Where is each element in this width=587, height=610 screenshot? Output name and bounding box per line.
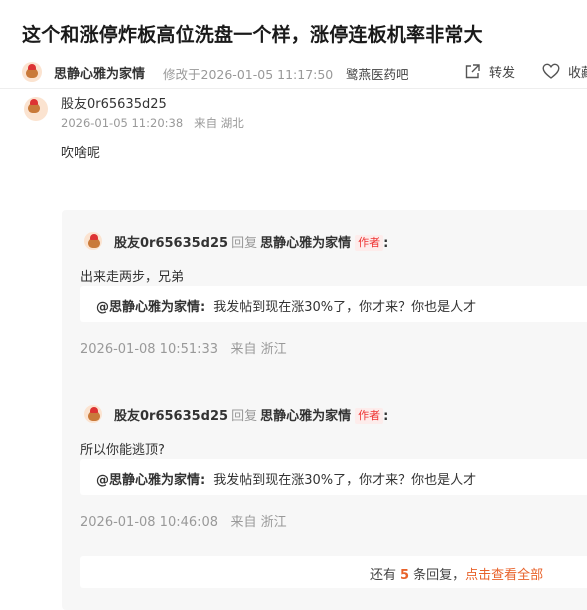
favorite-label: 收藏 [568, 66, 587, 81]
modified-time: 修改于2026-01-05 11:17:50 [163, 67, 334, 82]
reply-location: 来自 浙江 [230, 342, 287, 357]
reply-from[interactable]: 股友0r65635d25 [114, 236, 228, 251]
commenter-avatar[interactable] [24, 97, 48, 121]
reply-to[interactable]: 思静心雅为家情 [260, 409, 351, 424]
divider [0, 88, 587, 89]
quote-author[interactable]: @思静心雅为家情: [96, 473, 205, 488]
commenter-name[interactable]: 股友0r65635d25 [61, 93, 167, 112]
reply-text: 出来走两步，兄弟 [80, 270, 185, 285]
view-all-link[interactable]: 点击查看全部 [465, 568, 543, 583]
post-meta: 思静心雅为家情 修改于2026-01-05 11:17:50 鹭燕医药吧 转发 … [0, 56, 587, 88]
reply-from[interactable]: 股友0r65635d25 [114, 409, 228, 424]
author-name[interactable]: 思静心雅为家情 [54, 63, 145, 82]
comment-time: 2026-01-05 11:20:38 [61, 116, 184, 130]
author-tag: 作者 [355, 408, 384, 424]
quote-author[interactable]: @思静心雅为家情: [96, 300, 205, 315]
reply-header: 股友0r65635d25 回复 思静心雅为家情 作者: [114, 235, 389, 251]
reply-header: 股友0r65635d25 回复 思静心雅为家情 作者: [114, 408, 389, 424]
reply-meta: 2026-01-08 10:51:33 来自 浙江 [80, 338, 287, 357]
quote-text: 我发帖到现在涨30%了，你才来？你也是人才 [213, 473, 477, 488]
reply-location: 来自 浙江 [230, 515, 287, 530]
heart-icon [542, 63, 560, 79]
reply-time: 2026-01-08 10:46:08 [80, 515, 219, 530]
reply-meta: 2026-01-08 10:46:08 来自 浙江 [80, 511, 287, 530]
reply-quote: @思静心雅为家情: 我发帖到现在涨30%了，你才来？你也是人才 [80, 459, 587, 495]
share-label: 转发 [489, 66, 516, 81]
more-suffix: 条回复， [413, 568, 466, 583]
author-avatar[interactable] [22, 62, 42, 82]
comment-text: 吹啥呢 [61, 146, 101, 161]
favorite-button[interactable]: 收藏 [542, 62, 587, 81]
reply-avatar[interactable] [84, 405, 102, 423]
quote-text: 我发帖到现在涨30%了，你才来？你也是人才 [213, 300, 477, 315]
comment-location: 来自 湖北 [194, 116, 244, 130]
more-replies-bar: 还有 5 条回复，点击查看全部 [80, 556, 587, 588]
more-count: 5 [400, 568, 410, 583]
reply-word: 回复 [231, 236, 258, 251]
reply-avatar[interactable] [84, 232, 102, 250]
reply-to[interactable]: 思静心雅为家情 [260, 236, 351, 251]
reply-text: 所以你能逃顶? [80, 443, 165, 458]
bar-link[interactable]: 鹭燕医药吧 [346, 64, 409, 83]
share-icon [465, 64, 480, 79]
comment-meta: 2026-01-05 11:20:38 来自 湖北 [61, 115, 244, 131]
reply-quote: @思静心雅为家情: 我发帖到现在涨30%了，你才来？你也是人才 [80, 286, 587, 322]
post-title: 这个和涨停炸板高位洗盘一个样，涨停连板机率非常大 [22, 24, 483, 46]
more-prefix: 还有 [370, 568, 397, 583]
share-button[interactable]: 转发 [464, 62, 515, 81]
reply-panel: 股友0r65635d25 回复 思静心雅为家情 作者: 出来走两步，兄弟 @思静心雅为… [62, 210, 587, 610]
author-tag: 作者 [355, 235, 384, 251]
reply-word: 回复 [231, 409, 258, 424]
reply-time: 2026-01-08 10:51:33 [80, 342, 219, 357]
